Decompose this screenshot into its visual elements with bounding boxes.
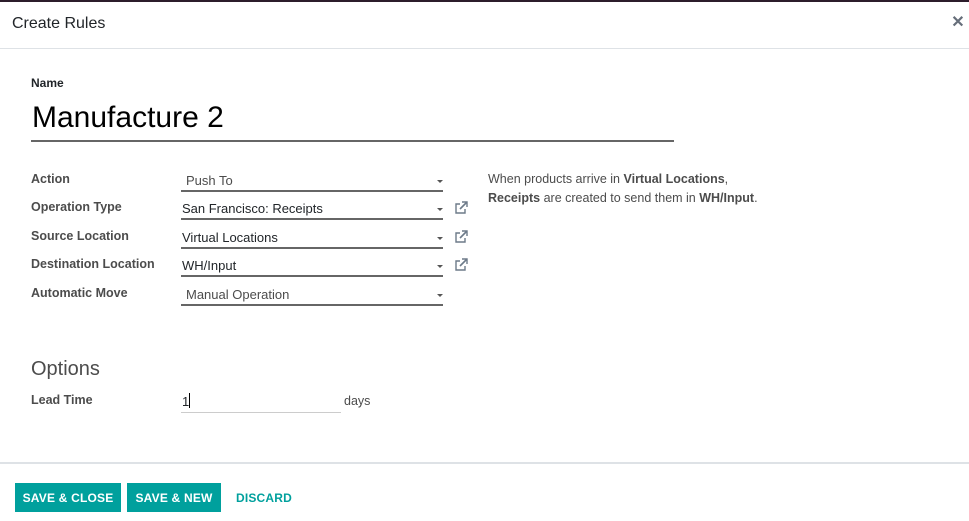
external-link-icon[interactable] [454, 201, 468, 215]
text-cursor [189, 393, 190, 408]
modal-header: Create Rules ✕ [0, 2, 969, 49]
chevron-down-icon [437, 237, 443, 240]
lead-time-label: Lead Time [31, 393, 93, 407]
save-close-button[interactable]: SAVE & CLOSE [15, 483, 121, 512]
help-text-part: , [724, 172, 729, 186]
help-text-part: . [754, 191, 758, 205]
chevron-down-icon [437, 208, 443, 211]
help-text-part: are created to send them in [540, 191, 700, 205]
chevron-down-icon [437, 294, 443, 297]
name-label: Name [31, 76, 64, 90]
destination-location-value: WH/Input [182, 258, 237, 273]
rule-help-text: When products arrive in Virtual Location… [488, 170, 788, 208]
help-text-bold: Receipts [488, 191, 541, 205]
options-section-title: Options [31, 358, 100, 380]
action-value: Push To [186, 173, 233, 188]
action-label: Action [31, 172, 70, 186]
modal-title: Create Rules [12, 15, 106, 32]
action-select[interactable]: Push To [181, 170, 443, 192]
help-text-part: When products arrive in [488, 172, 624, 186]
operation-type-value: San Francisco: Receipts [182, 201, 323, 216]
close-button[interactable]: ✕ [951, 15, 965, 31]
automatic-move-label: Automatic Move [31, 286, 128, 300]
operation-type-label: Operation Type [31, 200, 122, 214]
help-text-bold: Virtual Locations [623, 172, 725, 186]
help-text-bold: WH/Input [699, 191, 755, 205]
lead-time-input[interactable] [181, 391, 341, 413]
destination-location-select[interactable]: WH/Input [181, 255, 443, 277]
close-icon: ✕ [951, 14, 965, 31]
chevron-down-icon [437, 265, 443, 268]
discard-button[interactable]: DISCARD [229, 483, 299, 512]
source-location-select[interactable]: Virtual Locations [181, 227, 443, 249]
modal-footer: SAVE & CLOSE SAVE & NEW DISCARD [0, 462, 969, 521]
automatic-move-select[interactable]: Manual Operation [181, 284, 443, 306]
source-location-label: Source Location [31, 229, 129, 243]
operation-type-select[interactable]: San Francisco: Receipts [181, 198, 443, 220]
lead-time-unit: days [344, 394, 371, 408]
save-new-button[interactable]: SAVE & NEW [127, 483, 221, 512]
name-input[interactable] [31, 96, 674, 142]
destination-location-label: Destination Location [31, 257, 155, 271]
automatic-move-value: Manual Operation [186, 287, 290, 302]
external-link-icon[interactable] [454, 230, 468, 244]
source-location-value: Virtual Locations [182, 230, 278, 245]
external-link-icon[interactable] [454, 258, 468, 272]
chevron-down-icon [437, 180, 443, 183]
